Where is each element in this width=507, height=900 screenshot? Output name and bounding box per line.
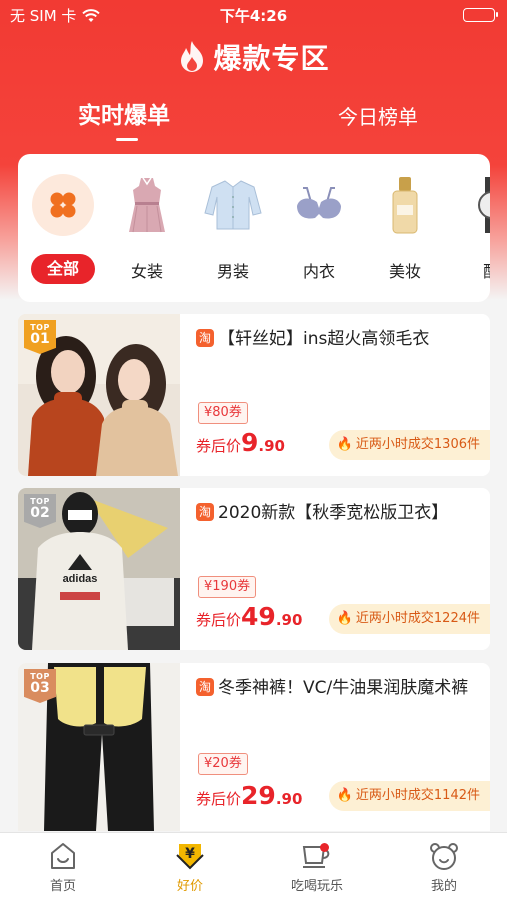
nav-label: 首页 (49, 879, 76, 894)
watch-icon (478, 177, 490, 233)
tab-bar: 实时爆单 今日榜单 (0, 96, 507, 144)
category-label: 女装 (130, 262, 163, 281)
category-beauty[interactable]: 美妆 (362, 154, 448, 302)
price-row: 券后价49.90 (196, 602, 302, 631)
sales-tag: 🔥 近两小时成交1306件 (328, 430, 490, 460)
notification-dot (320, 843, 329, 852)
cosmetics-bottle-icon (392, 177, 418, 234)
rank-badge: TOP 03 (24, 669, 56, 703)
tab-realtime[interactable]: 实时爆单 (78, 96, 170, 130)
category-thumb (460, 174, 490, 236)
nav-item-good-price[interactable]: ¥ 好价 (127, 841, 253, 899)
page-header: 爆款专区 (0, 36, 507, 78)
taobao-icon: 淘 (196, 329, 214, 347)
dress-icon (129, 177, 165, 233)
svg-text:¥: ¥ (185, 846, 195, 862)
product-card[interactable]: TOP 03 淘冬季神裤！VC/牛油果润肤魔术裤 ¥20券 券后价29.90 🔥… (18, 663, 490, 831)
price-label: 券后价 (196, 790, 242, 808)
category-label: 全部 (31, 254, 95, 284)
rank-number: 03 (30, 680, 50, 696)
nav-label: 好价 (176, 879, 203, 894)
product-card[interactable]: TOP 01 淘【轩丝妃】ins超火高领毛衣 ¥80券 券后价9.90 🔥 近两小… (18, 314, 490, 476)
category-womens[interactable]: 女装 (104, 154, 190, 302)
battery-icon (463, 8, 498, 22)
product-title: 【轩丝妃】ins超火高领毛衣 (218, 329, 430, 349)
product-title: 冬季神裤！VC/牛油果润肤魔术裤 (218, 678, 469, 698)
product-image: adidas TOP 02 (18, 488, 180, 650)
coupon-badge: ¥80券 (198, 402, 248, 424)
yen-coupon-icon: ¥ (176, 844, 204, 870)
price-label: 券后价 (196, 437, 242, 455)
sales-tag: 🔥 近两小时成交1142件 (328, 781, 490, 811)
bottom-nav: 首页 ¥ 好价 吃喝玩乐 我的 (0, 832, 507, 900)
category-all-circle (32, 174, 94, 236)
category-thumb (116, 174, 178, 236)
category-thumb (202, 174, 264, 236)
nav-label: 我的 (430, 879, 457, 894)
category-thumb (374, 174, 436, 236)
product-image: TOP 03 (18, 663, 180, 831)
category-accessories[interactable]: 配 (448, 154, 490, 302)
price-decimal: .90 (258, 437, 285, 455)
status-time: 下午4:26 (219, 7, 288, 25)
rank-number: 01 (30, 331, 50, 347)
nav-item-home[interactable]: 首页 (0, 841, 126, 899)
price-row: 券后价29.90 (196, 781, 302, 810)
price-row: 券后价9.90 (196, 428, 285, 457)
product-title-row: 淘冬季神裤！VC/牛油果润肤魔术裤 (196, 675, 476, 701)
coupon-badge: ¥190券 (198, 576, 257, 598)
sales-text: 近两小时成交1224件 (355, 611, 480, 626)
flame-icon: 🔥 (336, 437, 353, 452)
nav-label: 吃喝玩乐 (290, 879, 343, 894)
tab-label: 今日榜单 (338, 105, 418, 129)
clover-icon (50, 192, 76, 218)
sales-text: 近两小时成交1306件 (355, 437, 480, 452)
category-label: 配 (448, 258, 490, 282)
tab-indicator (116, 138, 138, 141)
category-filter-card: 全部 女装 男装 内衣 美妆 (18, 154, 490, 302)
category-label: 美妆 (388, 262, 421, 281)
category-thumb (288, 174, 350, 236)
flame-icon: 🔥 (336, 611, 353, 626)
product-title: 2020新款【秋季宽松版卫衣】 (218, 503, 449, 523)
svg-text:adidas: adidas (63, 573, 98, 585)
price-decimal: .90 (275, 790, 303, 808)
nav-item-mine[interactable]: 我的 (381, 841, 507, 899)
flame-icon: 🔥 (336, 788, 353, 803)
category-label: 内衣 (302, 262, 335, 281)
home-icon (51, 843, 75, 869)
price-integer: 49 (241, 602, 276, 631)
product-title-row: 淘【轩丝妃】ins超火高领毛衣 (196, 326, 476, 352)
category-label: 男装 (216, 262, 249, 281)
category-mens[interactable]: 男装 (190, 154, 276, 302)
product-title-row: 淘 2020新款【秋季宽松版卫衣】 (196, 500, 476, 526)
taobao-icon: 淘 (196, 678, 214, 696)
sales-tag: 🔥 近两小时成交1224件 (328, 604, 490, 634)
price-integer: 9 (241, 428, 259, 457)
bra-icon (297, 187, 341, 219)
taobao-icon: 淘 (196, 503, 214, 521)
product-image: TOP 01 (18, 314, 180, 476)
price-decimal: .90 (275, 611, 303, 629)
price-label: 券后价 (196, 611, 242, 629)
tab-label: 实时爆单 (78, 103, 170, 129)
category-underwear[interactable]: 内衣 (276, 154, 362, 302)
nav-item-food-fun[interactable]: 吃喝玩乐 (254, 841, 380, 899)
rank-badge: TOP 02 (24, 494, 56, 528)
rank-badge: TOP 01 (24, 320, 56, 354)
price-integer: 29 (241, 781, 276, 810)
sales-text: 近两小时成交1142件 (355, 788, 480, 803)
shirt-icon (204, 180, 262, 230)
rank-number: 02 (30, 505, 50, 521)
tab-today-ranking[interactable]: 今日榜单 (338, 101, 418, 130)
category-thumb (32, 174, 94, 236)
product-card[interactable]: adidas TOP 02 淘 2020新款【秋季宽松版卫衣】 ¥190券 券后价… (18, 488, 490, 650)
flame-icon (181, 41, 204, 72)
cup-icon (302, 846, 330, 868)
bear-face-icon (430, 843, 458, 870)
status-bar: 无 SIM 卡 下午4:26 (0, 0, 507, 28)
coupon-badge: ¥20券 (198, 753, 248, 775)
category-all[interactable]: 全部 (20, 154, 106, 302)
page-title: 爆款专区 (213, 42, 330, 75)
